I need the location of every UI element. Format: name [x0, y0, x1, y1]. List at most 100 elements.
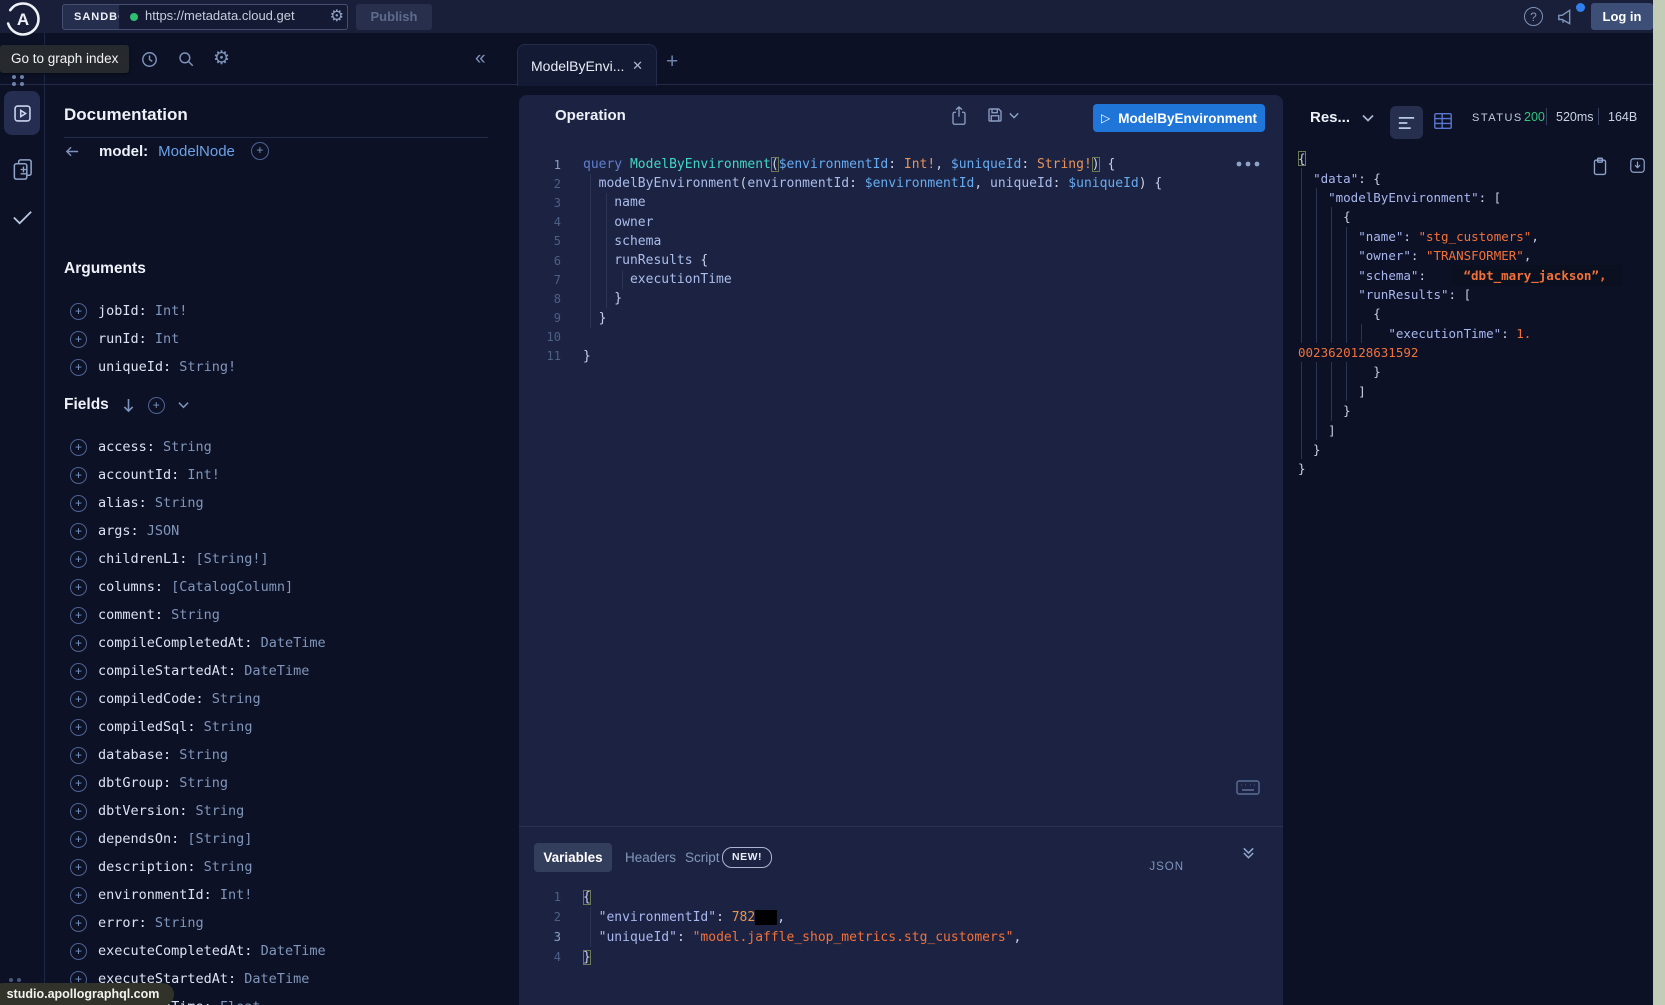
explorer-nav-button[interactable]: [4, 91, 40, 135]
editor-options-icon[interactable]: [1236, 161, 1260, 167]
field-name[interactable]: description:: [98, 859, 196, 875]
add-field-button[interactable]: +: [70, 523, 87, 540]
tab-headers[interactable]: Headers: [625, 843, 676, 872]
add-field-button[interactable]: +: [70, 303, 87, 320]
field-name[interactable]: access:: [98, 439, 155, 455]
model-type-link[interactable]: ModelNode: [158, 143, 235, 160]
field-name[interactable]: accountId:: [98, 467, 179, 483]
field-type[interactable]: Int: [147, 331, 180, 347]
close-tab-icon[interactable]: ✕: [632, 58, 643, 74]
field-type[interactable]: DateTime: [236, 971, 309, 987]
field-name[interactable]: compiledCode:: [98, 691, 204, 707]
field-name[interactable]: uniqueId:: [98, 359, 171, 375]
field-name[interactable]: jobId:: [98, 303, 147, 319]
field-type[interactable]: DateTime: [236, 663, 309, 679]
add-all-fields-button[interactable]: +: [148, 397, 165, 414]
field-type[interactable]: String!: [171, 359, 236, 375]
field-type[interactable]: [String]: [179, 831, 252, 847]
field-type[interactable]: String: [204, 691, 261, 707]
tab-script[interactable]: Script: [685, 843, 720, 872]
field-type[interactable]: DateTime: [252, 635, 325, 651]
add-field-button[interactable]: +: [70, 943, 87, 960]
field-type[interactable]: String: [187, 803, 244, 819]
sort-fields-icon[interactable]: [122, 398, 135, 413]
field-name[interactable]: compileCompletedAt:: [98, 635, 252, 651]
field-name[interactable]: dbtGroup:: [98, 775, 171, 791]
field-name[interactable]: executeCompletedAt:: [98, 943, 252, 959]
add-field-button[interactable]: +: [70, 439, 87, 456]
keyboard-shortcuts-icon[interactable]: [1236, 780, 1260, 795]
field-name[interactable]: alias:: [98, 495, 147, 511]
connection-settings-icon[interactable]: ⚙: [330, 6, 344, 26]
field-name[interactable]: error:: [98, 915, 147, 931]
field-type[interactable]: String: [155, 439, 212, 455]
field-type[interactable]: [CatalogColumn]: [163, 579, 293, 595]
back-arrow-icon[interactable]: [64, 144, 81, 159]
share-operation-icon[interactable]: [950, 106, 968, 126]
field-name[interactable]: dbtVersion:: [98, 803, 187, 819]
field-name[interactable]: dependsOn:: [98, 831, 179, 847]
add-field-button[interactable]: +: [70, 579, 87, 596]
add-field-button[interactable]: +: [70, 775, 87, 792]
checklist-nav-button[interactable]: [11, 207, 34, 227]
publish-button[interactable]: Publish: [356, 4, 432, 30]
collapse-panel-icon[interactable]: «: [475, 48, 486, 70]
add-field-button[interactable]: +: [70, 359, 87, 376]
field-type[interactable]: String: [196, 719, 253, 735]
field-type[interactable]: [String!]: [187, 551, 268, 567]
add-field-button[interactable]: +: [70, 331, 87, 348]
field-name[interactable]: compiledSql:: [98, 719, 196, 735]
save-menu-chevron-icon[interactable]: [1009, 112, 1019, 119]
add-field-button[interactable]: +: [70, 887, 87, 904]
help-icon[interactable]: ?: [1524, 7, 1543, 26]
field-name[interactable]: runId:: [98, 331, 147, 347]
login-button[interactable]: Log in: [1591, 3, 1653, 30]
endpoint-url-text[interactable]: https://metadata.cloud.get: [145, 8, 317, 23]
endpoint-url-field[interactable]: https://metadata.cloud.get ⚙: [119, 4, 348, 30]
field-type[interactable]: String: [163, 607, 220, 623]
add-field-button[interactable]: +: [70, 635, 87, 652]
add-field-button[interactable]: +: [70, 747, 87, 764]
tab-modelbyenvironment[interactable]: ModelByEnvi... ✕: [517, 44, 657, 86]
field-type[interactable]: String: [171, 775, 228, 791]
field-name[interactable]: compileStartedAt:: [98, 663, 236, 679]
new-tab-button[interactable]: +: [666, 50, 678, 74]
schema-nav-button[interactable]: [11, 157, 34, 182]
add-field-button[interactable]: +: [70, 495, 87, 512]
field-name[interactable]: columns:: [98, 579, 163, 595]
field-type[interactable]: Float: [212, 999, 261, 1005]
add-field-button[interactable]: +: [70, 467, 87, 484]
settings-gear-icon[interactable]: ⚙: [213, 49, 230, 68]
field-type[interactable]: String: [147, 495, 204, 511]
collapse-variables-icon[interactable]: [1241, 846, 1256, 860]
field-type[interactable]: JSON: [139, 523, 180, 539]
add-field-button[interactable]: +: [70, 607, 87, 624]
add-field-button[interactable]: +: [70, 719, 87, 736]
add-field-button[interactable]: +: [70, 803, 87, 820]
add-field-button[interactable]: +: [70, 915, 87, 932]
run-operation-button[interactable]: ▷ ModelByEnvironment: [1093, 104, 1265, 132]
field-name[interactable]: args:: [98, 523, 139, 539]
field-type[interactable]: Int!: [179, 467, 220, 483]
table-view-button[interactable]: [1433, 112, 1453, 130]
fields-menu-chevron-icon[interactable]: [178, 401, 189, 409]
search-icon[interactable]: [177, 50, 195, 68]
add-field-button[interactable]: +: [70, 691, 87, 708]
tab-variables[interactable]: Variables: [534, 843, 612, 872]
announcements-icon[interactable]: [1555, 7, 1576, 27]
add-field-button[interactable]: +: [70, 551, 87, 568]
add-field-button[interactable]: +: [70, 663, 87, 680]
field-type[interactable]: DateTime: [252, 943, 325, 959]
operation-editor[interactable]: 1query ModelByEnvironment($environmentId…: [519, 140, 1283, 826]
apollo-logo[interactable]: A: [5, 1, 41, 37]
field-type[interactable]: Int!: [212, 887, 253, 903]
add-model-button[interactable]: +: [251, 142, 269, 160]
add-field-button[interactable]: +: [70, 831, 87, 848]
save-operation-icon[interactable]: [986, 106, 1004, 124]
format-view-button[interactable]: [1390, 106, 1423, 139]
history-icon[interactable]: [140, 50, 159, 69]
field-type[interactable]: String: [196, 859, 253, 875]
field-name[interactable]: childrenL1:: [98, 551, 187, 567]
variables-editor[interactable]: 1{2 "environmentId": 782,3 "uniqueId": "…: [519, 887, 1283, 1005]
add-field-button[interactable]: +: [70, 859, 87, 876]
